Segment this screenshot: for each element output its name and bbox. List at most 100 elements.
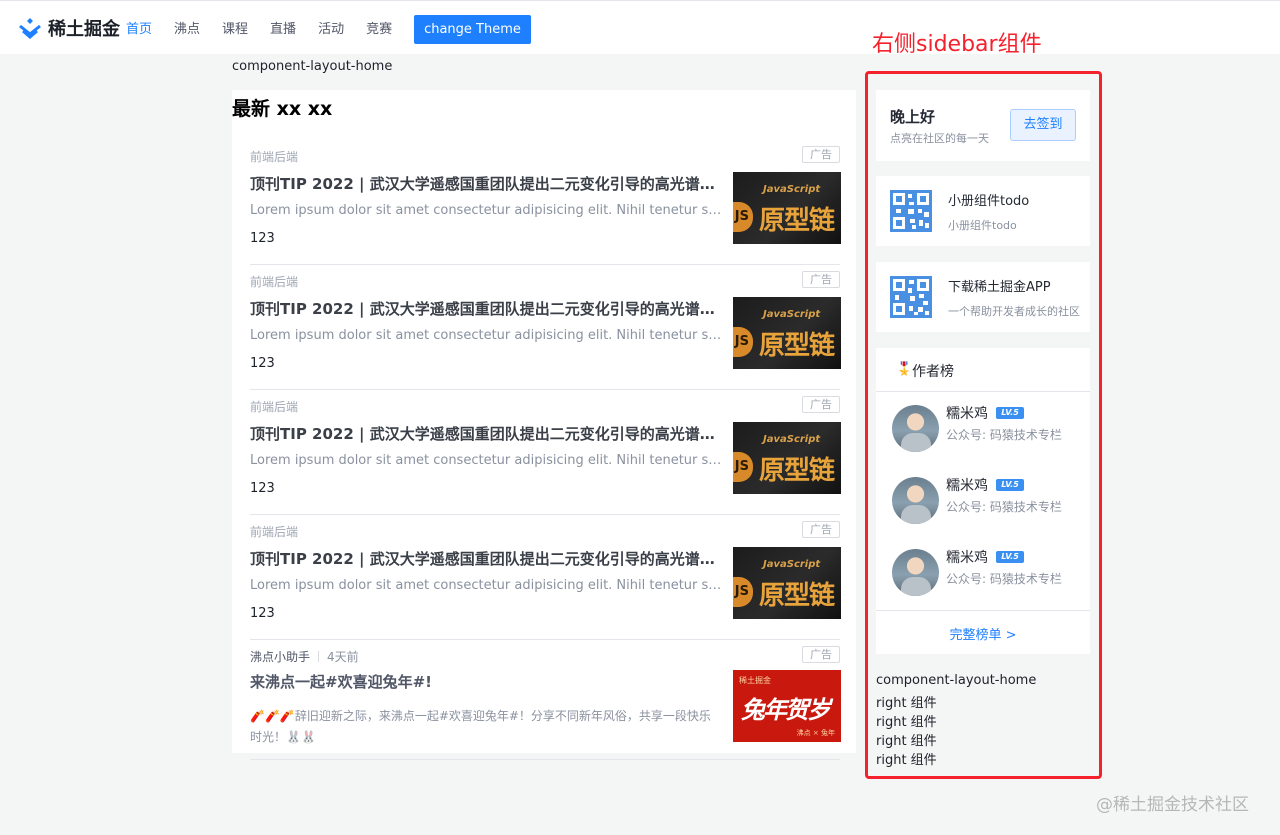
greeting-card: 晚上好 点亮在社区的每一天 去签到 — [876, 90, 1090, 161]
article-thumbnail[interactable]: JavaScript JS 原型链 — [733, 547, 841, 619]
thumb-js: JS — [733, 202, 753, 232]
article-item[interactable]: 前端后端 广告 顶刊TIP 2022 | 武汉大学遥感国重团队提出二元变化引导的… — [250, 390, 841, 515]
ad-badge: 广告 — [802, 646, 840, 663]
article-count: 123 — [250, 231, 275, 246]
medal-icon: 🎖️ — [896, 362, 913, 377]
author-name[interactable]: 糯米鸡 — [946, 403, 988, 423]
greeting-title: 晚上好 — [890, 108, 936, 126]
article-item[interactable]: 前端后端 广告 顶刊TIP 2022 | 武汉大学遥感国重团队提出二元变化引导的… — [250, 515, 841, 640]
author-name[interactable]: 糯米鸡 — [946, 547, 988, 567]
nav-item-events[interactable]: 活动 — [318, 21, 344, 39]
sidebar-component-label: right 组件 — [876, 715, 937, 730]
article-title[interactable]: 顶刊TIP 2022 | 武汉大学遥感国重团队提出二元变化引导的高光谱遥感多..… — [250, 298, 728, 319]
avatar[interactable] — [892, 477, 939, 524]
thumb-text: 原型链 — [759, 331, 835, 361]
meta-divider — [318, 651, 320, 662]
thumb-text: 原型链 — [759, 206, 835, 236]
level-badge: LV.5 — [996, 407, 1024, 419]
sidebar-component-label: right 组件 — [876, 696, 937, 711]
level-badge: LV.5 — [996, 551, 1024, 563]
check-in-button[interactable]: 去签到 — [1010, 109, 1076, 141]
avatar[interactable] — [892, 549, 939, 596]
ad-badge: 广告 — [802, 146, 840, 163]
logo[interactable]: 稀土掘金 — [18, 15, 120, 41]
thumb-foot-text: 沸点 × 兔年 — [796, 729, 835, 737]
thumb-text: 兔年贺岁 — [741, 696, 831, 724]
thumb-text: 原型链 — [759, 581, 835, 611]
author-item[interactable]: 糯米鸡 LV.5 公众号: 码猿技术专栏 — [876, 537, 1090, 609]
article-category[interactable]: 前端后端 — [250, 398, 298, 415]
thumb-tag: JavaScript — [763, 309, 821, 320]
author-rank-title: 作者榜 — [912, 364, 954, 380]
author-name[interactable]: 糯米鸡 — [946, 475, 988, 495]
pin-thumbnail[interactable]: 稀土掘金 兔年贺岁 沸点 × 兔年 — [733, 670, 841, 742]
promo-title: 下载稀土掘金APP — [948, 280, 1051, 295]
article-thumbnail[interactable]: JavaScript JS 原型链 — [733, 172, 841, 244]
sidebar-layout-label: component-layout-home — [876, 673, 1037, 688]
thumb-tag: JavaScript — [763, 559, 821, 570]
article-count: 123 — [250, 606, 275, 621]
main-nav: 首页 沸点 课程 直播 活动 竞赛 — [126, 21, 414, 39]
promo-title: 小册组件todo — [948, 194, 1030, 209]
promo-subtitle: 一个帮助开发者成长的社区 — [948, 305, 1080, 318]
author-item[interactable]: 糯米鸡 LV.5 公众号: 码猿技术专栏 — [876, 393, 1090, 465]
article-description: Lorem ipsum dolor sit amet consectetur a… — [250, 328, 728, 343]
article-thumbnail[interactable]: JavaScript JS 原型链 — [733, 422, 841, 494]
promo-card-app[interactable]: 下载稀土掘金APP 一个帮助开发者成长的社区 — [876, 262, 1090, 332]
author-description: 公众号: 码猿技术专栏 — [946, 572, 1062, 586]
article-category[interactable]: 前端后端 — [250, 523, 298, 540]
pin-author[interactable]: 沸点小助手 — [250, 648, 310, 665]
full-rank-link[interactable]: 完整榜单 > — [876, 624, 1090, 643]
qr-code-icon — [890, 190, 932, 232]
article-item[interactable]: 前端后端 广告 顶刊TIP 2022 | 武汉大学遥感国重团队提出二元变化引导的… — [250, 140, 841, 265]
sidebar-annotation-label: 右侧sidebar组件 — [872, 32, 1042, 57]
promo-card-booklet[interactable]: 小册组件todo 小册组件todo — [876, 176, 1090, 246]
thumb-tag: JavaScript — [763, 184, 821, 195]
promo-subtitle: 小册组件todo — [948, 219, 1017, 232]
pin-item[interactable]: 沸点小助手 4天前 广告 来沸点一起#欢喜迎兔年#! 🧨🧨🧨辞旧迎新之际，来沸点… — [250, 640, 841, 760]
pin-time: 4天前 — [327, 650, 359, 664]
author-description: 公众号: 码猿技术专栏 — [946, 500, 1062, 514]
nav-item-home[interactable]: 首页 — [126, 21, 152, 39]
ad-badge: 广告 — [802, 521, 840, 538]
article-meta: 前端后端 — [250, 273, 298, 290]
article-meta: 前端后端 — [250, 148, 298, 165]
thumb-js: JS — [733, 327, 753, 357]
article-category[interactable]: 前端后端 — [250, 148, 298, 165]
article-description: Lorem ipsum dolor sit amet consectetur a… — [250, 453, 728, 468]
article-item[interactable]: 前端后端 广告 顶刊TIP 2022 | 武汉大学遥感国重团队提出二元变化引导的… — [250, 265, 841, 390]
author-description: 公众号: 码猿技术专栏 — [946, 428, 1062, 442]
article-feed: 最新 xx xx 前端后端 广告 顶刊TIP 2022 | 武汉大学遥感国重团队… — [232, 90, 856, 760]
pin-title[interactable]: 来沸点一起#欢喜迎兔年#! — [250, 671, 728, 692]
avatar[interactable] — [892, 405, 939, 452]
author-rank-footer: 完整榜单 > — [876, 610, 1090, 654]
author-rank-card: 🎖️ 作者榜 糯米鸡 LV.5 公众号: 码猿技术专栏 糯米鸡 LV.5 公众号… — [876, 348, 1090, 654]
article-category[interactable]: 前端后端 — [250, 273, 298, 290]
thumb-tag: JavaScript — [763, 434, 821, 445]
thumb-js: JS — [733, 577, 753, 607]
nav-item-pins[interactable]: 沸点 — [174, 21, 200, 39]
article-title[interactable]: 顶刊TIP 2022 | 武汉大学遥感国重团队提出二元变化引导的高光谱遥感多..… — [250, 548, 728, 569]
greeting-subtitle: 点亮在社区的每一天 — [890, 132, 989, 145]
article-title[interactable]: 顶刊TIP 2022 | 武汉大学遥感国重团队提出二元变化引导的高光谱遥感多..… — [250, 173, 728, 194]
ad-badge: 广告 — [802, 271, 840, 288]
pin-description: 🧨🧨🧨辞旧迎新之际，来沸点一起#欢喜迎兔年#！分享不同新年风俗，共享一段快乐时光… — [250, 709, 711, 744]
article-meta: 前端后端 — [250, 398, 298, 415]
watermark: @稀土掘金技术社区 — [1096, 795, 1249, 815]
sidebar-component-label: right 组件 — [876, 734, 937, 749]
change-theme-button[interactable]: change Theme — [414, 15, 531, 44]
qr-code-icon — [890, 276, 932, 318]
article-thumbnail[interactable]: JavaScript JS 原型链 — [733, 297, 841, 369]
article-title[interactable]: 顶刊TIP 2022 | 武汉大学遥感国重团队提出二元变化引导的高光谱遥感多..… — [250, 423, 728, 444]
thumb-small-text: 稀土掘金 — [739, 676, 771, 685]
author-item[interactable]: 糯米鸡 LV.5 公众号: 码猿技术专栏 — [876, 465, 1090, 537]
nav-item-courses[interactable]: 课程 — [222, 21, 248, 39]
nav-item-contests[interactable]: 竞赛 — [366, 21, 392, 39]
nav-item-live[interactable]: 直播 — [270, 21, 296, 39]
ad-badge: 广告 — [802, 396, 840, 413]
article-meta: 前端后端 — [250, 523, 298, 540]
article-description: Lorem ipsum dolor sit amet consectetur a… — [250, 578, 728, 593]
article-count: 123 — [250, 356, 275, 371]
juejin-logo-icon — [19, 18, 41, 39]
article-description: Lorem ipsum dolor sit amet consectetur a… — [250, 203, 728, 218]
